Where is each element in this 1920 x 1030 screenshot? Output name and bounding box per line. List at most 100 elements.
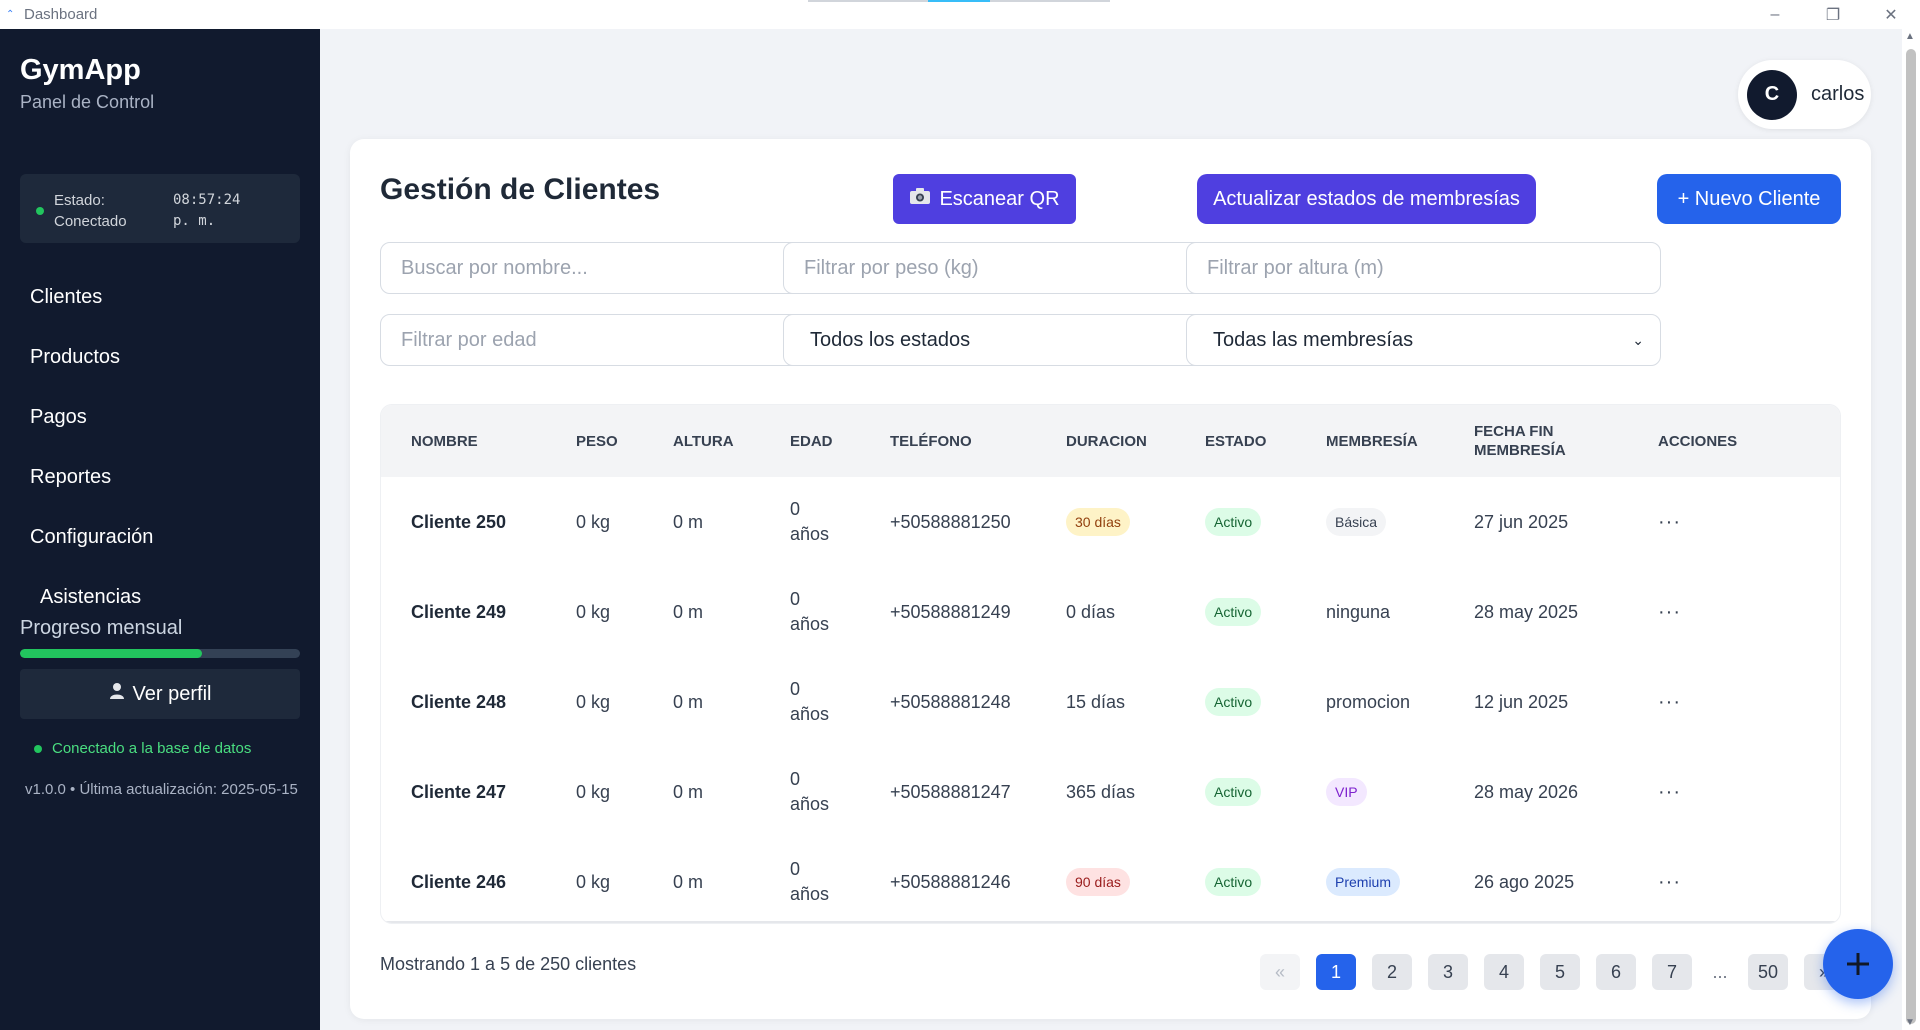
cell-weight: 0 kg	[576, 601, 611, 622]
table-row[interactable]: Cliente 246 0 kg 0 m 0 años +50588881246 90 dí…	[381, 837, 1840, 923]
cell-actions[interactable]: ···	[1658, 747, 1681, 837]
column-header-duration: DURACION	[1066, 432, 1147, 450]
pagination: « 1 2 3 4 5 6 7 ... 50 »	[1260, 954, 1845, 990]
close-icon[interactable]: ✕	[1862, 0, 1920, 29]
page-button-7[interactable]: 7	[1652, 954, 1692, 990]
user-menu[interactable]: C carlos	[1738, 60, 1871, 129]
more-actions-icon[interactable]: ···	[1658, 511, 1681, 534]
cell-membership: Básica	[1326, 477, 1387, 567]
age-unit: años	[790, 794, 830, 814]
sidebar-nav: Clientes Productos Pagos Reportes Config…	[0, 267, 320, 627]
window-title: Dashboard	[24, 6, 98, 23]
sidebar-item-reportes[interactable]: Reportes	[0, 447, 320, 507]
more-actions-icon[interactable]: ···	[1658, 691, 1681, 714]
plus-icon	[1845, 942, 1871, 987]
cell-end-date: 12 jun 2025	[1474, 691, 1569, 712]
sidebar-item-productos[interactable]: Productos	[0, 327, 320, 387]
page-button-last[interactable]: 50	[1748, 954, 1789, 990]
version-info: v1.0.0 • Última actualización: 2025-05-1…	[25, 781, 298, 798]
status-dot-icon	[36, 207, 44, 215]
cell-status: Activo	[1205, 477, 1262, 567]
duration-badge: 15 días	[1066, 691, 1126, 712]
cell-actions[interactable]: ···	[1658, 837, 1681, 923]
cell-name: Cliente 249	[411, 601, 507, 622]
column-header-actions: ACCIONES	[1658, 432, 1738, 450]
age-unit: años	[790, 704, 830, 724]
page-button-3[interactable]: 3	[1428, 954, 1468, 990]
page-scrollbar[interactable]: ▲ ▼	[1902, 29, 1920, 1030]
progress-bar	[20, 649, 300, 658]
minimize-icon[interactable]: –	[1746, 0, 1804, 29]
age-value: 0	[790, 499, 801, 519]
page-button-1[interactable]: 1	[1316, 954, 1356, 990]
more-actions-icon[interactable]: ···	[1658, 601, 1681, 624]
scroll-up-icon[interactable]: ▲	[1905, 31, 1915, 42]
progress-label: Progreso mensual	[20, 617, 183, 639]
sidebar-item-pagos[interactable]: Pagos	[0, 387, 320, 447]
scan-qr-button[interactable]: Escanear QR	[893, 174, 1076, 224]
page-button-2[interactable]: 2	[1372, 954, 1412, 990]
age-value: 0	[790, 769, 801, 789]
cell-duration: 15 días	[1066, 657, 1125, 747]
age-value: 0	[790, 679, 801, 699]
status-time-period: p. m.	[173, 213, 216, 229]
camera-icon	[909, 187, 931, 211]
cell-weight: 0 kg	[576, 691, 611, 712]
cell-duration: 90 días	[1066, 837, 1130, 923]
cell-status: Activo	[1205, 837, 1262, 923]
cell-name: Cliente 247	[411, 781, 507, 802]
status-filter-value: Todos los estados	[810, 328, 971, 351]
age-unit: años	[790, 614, 830, 634]
page-button-6[interactable]: 6	[1596, 954, 1636, 990]
cell-phone: +50588881246	[890, 871, 1011, 892]
pagination-ellipsis: ...	[1712, 961, 1728, 982]
cell-duration: 30 días	[1066, 477, 1130, 567]
clients-table: NOMBRE PESO ALTURA EDAD TELÉFONO DURACIO…	[380, 404, 1841, 924]
table-row[interactable]: Cliente 249 0 kg 0 m 0 años +50588881249 0 día…	[381, 567, 1840, 657]
page-button-5[interactable]: 5	[1540, 954, 1580, 990]
column-header-end-date: FECHA FIN MEMBRESÍA	[1474, 405, 1566, 477]
height-filter-input[interactable]	[1186, 242, 1661, 294]
cell-end-date: 27 jun 2025	[1474, 511, 1569, 532]
window-controls: – ❐ ✕	[1746, 0, 1920, 29]
scroll-down-icon[interactable]: ▼	[1905, 1017, 1915, 1028]
age-value: 0	[790, 589, 801, 609]
view-profile-label: Ver perfil	[132, 682, 212, 705]
duration-badge: 30 días	[1066, 508, 1130, 536]
column-header-end-date-line2: MEMBRESÍA	[1474, 442, 1566, 459]
db-connection-status: Conectado a la base de datos	[34, 740, 251, 757]
cell-actions[interactable]: ···	[1658, 567, 1681, 657]
cell-duration: 0 días	[1066, 567, 1115, 657]
restore-icon[interactable]: ❐	[1804, 0, 1862, 29]
duration-badge: 90 días	[1066, 868, 1130, 896]
membership-filter-select[interactable]: Todas las membresías ⌄	[1186, 314, 1661, 366]
more-actions-icon[interactable]: ···	[1658, 781, 1681, 804]
membership-badge: Premium	[1326, 868, 1401, 896]
page-button-4[interactable]: 4	[1484, 954, 1524, 990]
view-profile-button[interactable]: Ver perfil	[20, 669, 300, 719]
new-client-button[interactable]: + Nuevo Cliente	[1657, 174, 1841, 224]
cell-membership: promocion	[1326, 657, 1410, 747]
update-memberships-button[interactable]: Actualizar estados de membresías	[1197, 174, 1536, 224]
cell-weight: 0 kg	[576, 781, 611, 802]
db-status-text: Conectado a la base de datos	[52, 740, 252, 757]
pagination-summary: Mostrando 1 a 5 de 250 clientes	[380, 954, 637, 974]
cell-age: 0 años	[790, 837, 840, 923]
column-header-phone: TELÉFONO	[890, 432, 972, 450]
chevron-down-icon: ⌄	[1632, 331, 1644, 348]
sidebar-item-configuracion[interactable]: Configuración	[0, 507, 320, 567]
sidebar-item-clientes[interactable]: Clientes	[0, 267, 320, 327]
table-row[interactable]: Cliente 250 0 kg 0 m 0 años +50588881250 30 dí…	[381, 477, 1840, 567]
cell-phone: +50588881247	[890, 781, 1011, 802]
table-row[interactable]: Cliente 247 0 kg 0 m 0 años +50588881247 365 d…	[381, 747, 1840, 837]
table-row[interactable]: Cliente 248 0 kg 0 m 0 años +50588881248 15 dí…	[381, 657, 1840, 747]
prev-page-button[interactable]: «	[1260, 954, 1300, 990]
floating-add-button[interactable]	[1823, 929, 1893, 999]
cell-actions[interactable]: ···	[1658, 477, 1681, 567]
scrollbar-thumb[interactable]	[1906, 49, 1916, 1024]
cell-actions[interactable]: ···	[1658, 657, 1681, 747]
more-actions-icon[interactable]: ···	[1658, 871, 1681, 894]
cell-name: Cliente 246	[411, 871, 507, 892]
table-divider	[381, 921, 1840, 923]
cell-status: Activo	[1205, 747, 1262, 837]
